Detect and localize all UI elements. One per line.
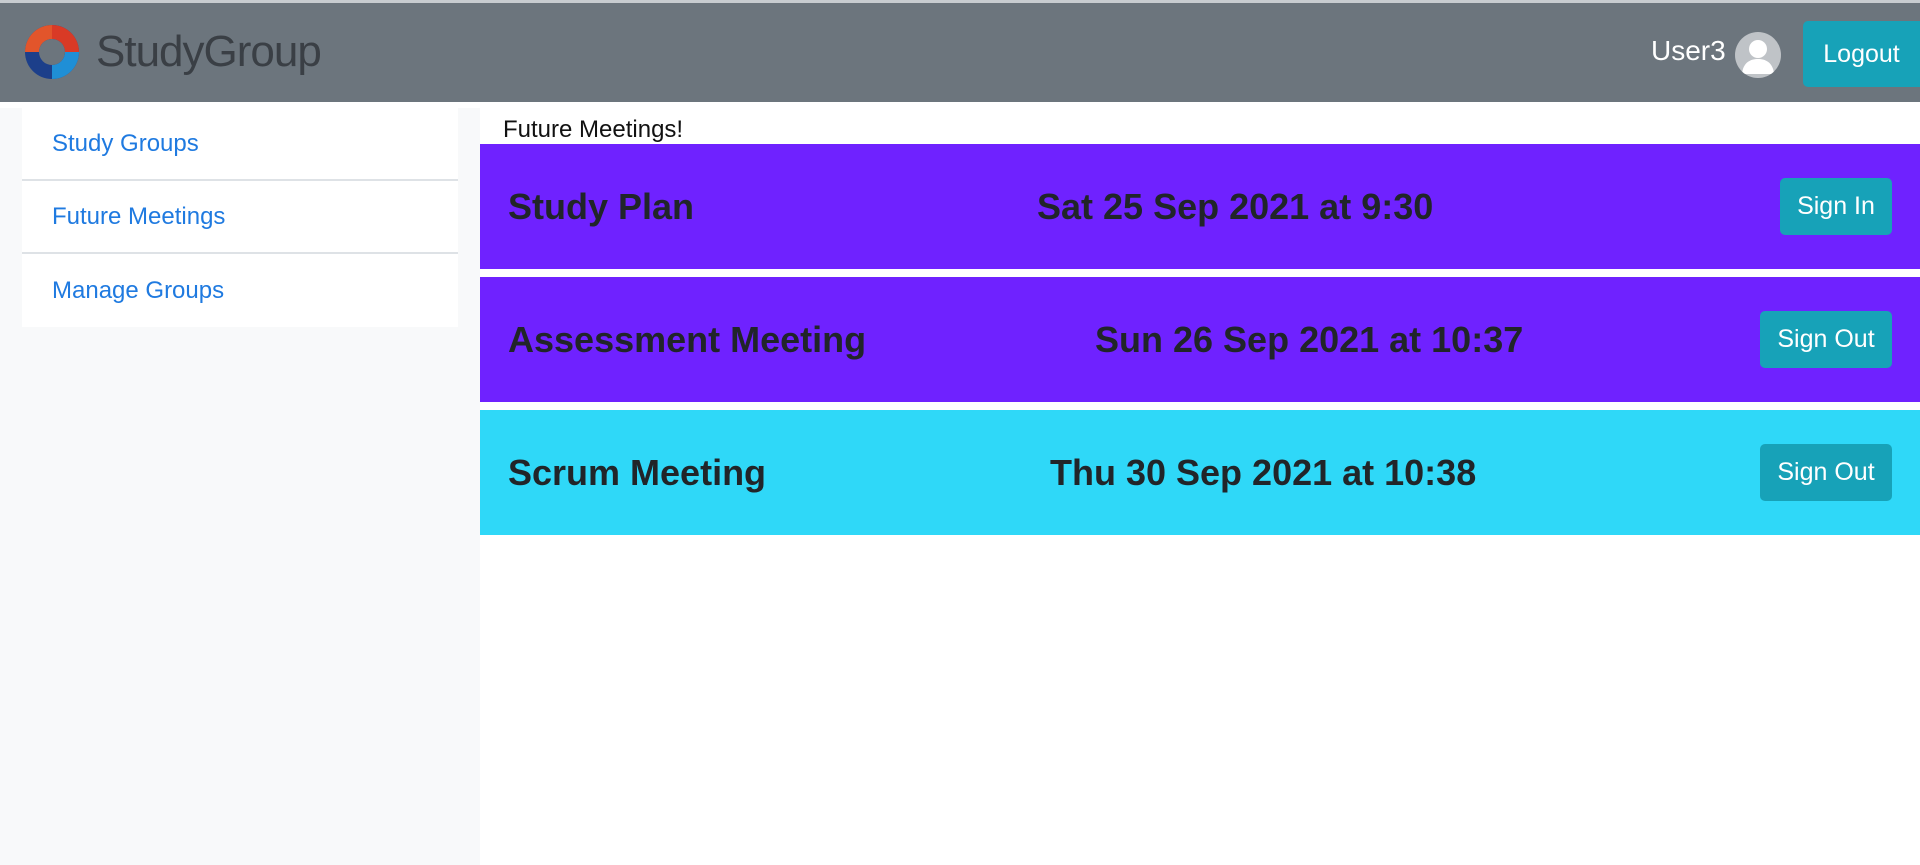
brand[interactable]: StudyGroup	[22, 22, 322, 82]
page-title: Future Meetings!	[503, 116, 684, 143]
sidebar-list: Study Groups Future Meetings Manage Grou…	[22, 108, 458, 327]
studygroup-logo-icon	[25, 25, 79, 79]
brand-name: StudyGroup	[96, 27, 322, 76]
navbar: StudyGroup User3 Logout	[0, 3, 1920, 102]
meeting-title: Study Plan	[508, 185, 695, 227]
main-content: Future Meetings! Study Plan Sat 25 Sep 2…	[480, 102, 1920, 865]
username: User3	[1651, 35, 1726, 66]
meeting-title: Assessment Meeting	[508, 318, 867, 360]
sidebar-item-future-meetings[interactable]: Future Meetings	[22, 181, 458, 254]
user-avatar-icon[interactable]	[1735, 32, 1781, 78]
sign-out-button[interactable]: Sign Out	[1760, 444, 1892, 501]
logout-button[interactable]: Logout	[1803, 21, 1920, 87]
sidebar: Study Groups Future Meetings Manage Grou…	[0, 108, 480, 865]
meeting-date: Sun 26 Sep 2021 at 10:37	[1095, 318, 1524, 360]
meeting-card-study-plan: Study Plan Sat 25 Sep 2021 at 9:30 Sign …	[480, 144, 1920, 269]
sidebar-item-study-groups[interactable]: Study Groups	[22, 108, 458, 181]
sign-in-button[interactable]: Sign In	[1780, 178, 1892, 235]
meeting-title: Scrum Meeting	[508, 451, 767, 493]
sign-out-button[interactable]: Sign Out	[1760, 311, 1892, 368]
sidebar-item-manage-groups[interactable]: Manage Groups	[22, 254, 458, 327]
meeting-card-scrum-meeting: Scrum Meeting Thu 30 Sep 2021 at 10:38 S…	[480, 410, 1920, 535]
meeting-card-assessment-meeting: Assessment Meeting Sun 26 Sep 2021 at 10…	[480, 277, 1920, 402]
person-icon	[1742, 40, 1774, 74]
meeting-date: Sat 25 Sep 2021 at 9:30	[1037, 185, 1434, 227]
meeting-date: Thu 30 Sep 2021 at 10:38	[1050, 451, 1477, 493]
